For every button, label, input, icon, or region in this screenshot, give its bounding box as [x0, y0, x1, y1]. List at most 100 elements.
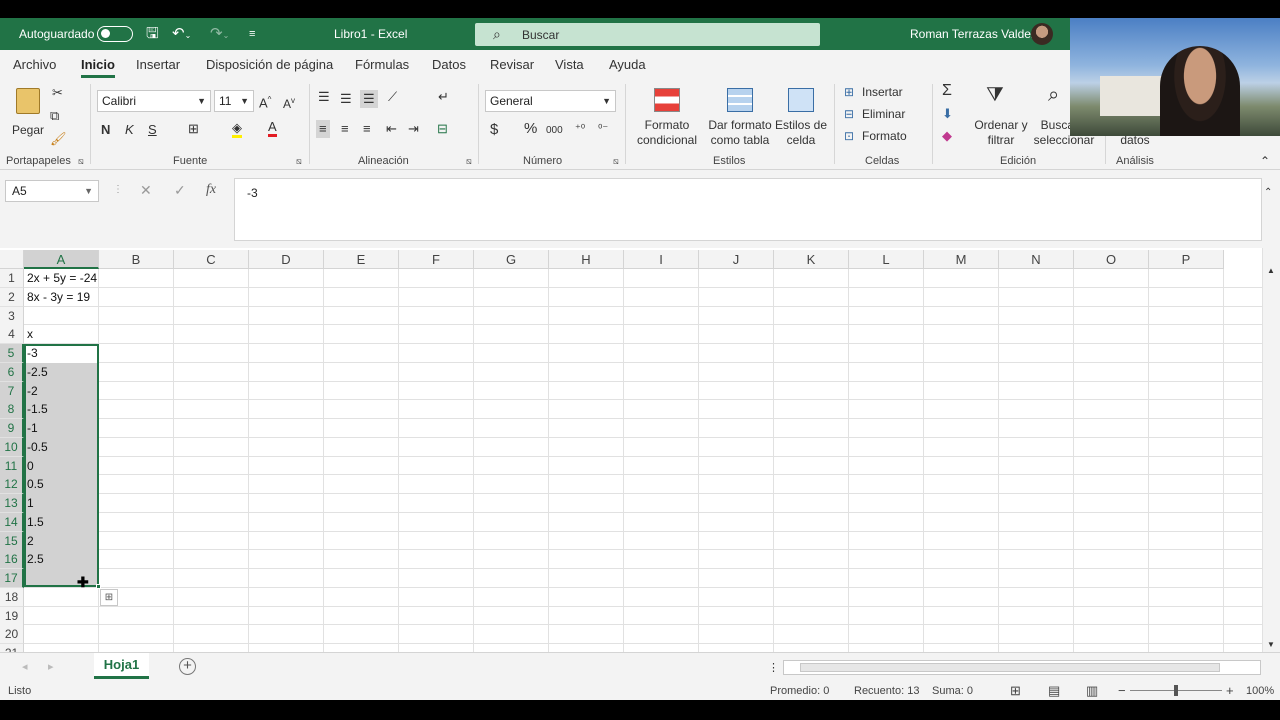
row-header-9[interactable]: 9	[0, 419, 24, 438]
avatar[interactable]	[1031, 23, 1053, 45]
cell-a8[interactable]: -1.5	[27, 400, 48, 419]
increase-indent-icon[interactable]: ⇥	[408, 120, 419, 138]
font-color-icon[interactable]: A	[268, 119, 277, 137]
dialog-launcher-icon[interactable]: ⧅	[78, 156, 84, 167]
row-header-11[interactable]: 11	[0, 456, 24, 476]
vertical-scrollbar[interactable]: ▲ ▼	[1262, 248, 1280, 652]
underline-button[interactable]: S	[148, 121, 157, 139]
cell-a12[interactable]: 0.5	[27, 475, 44, 494]
row-header-1[interactable]: 1	[0, 269, 24, 288]
zoom-level[interactable]: 100%	[1246, 685, 1274, 697]
bold-button[interactable]: N	[101, 121, 110, 139]
undo-icon[interactable]: ↶⌄	[172, 24, 191, 44]
number-format-select[interactable]: General ▼	[485, 90, 616, 112]
cell-a16[interactable]: 2.5	[27, 550, 44, 569]
column-header-p[interactable]: P	[1149, 250, 1224, 269]
borders-icon[interactable]: ⊞	[188, 120, 199, 138]
name-box[interactable]: A5 ▼	[5, 180, 99, 202]
scroll-up-icon[interactable]: ▲	[1267, 262, 1275, 280]
thousands-button[interactable]: 000	[546, 122, 563, 140]
clear-icon[interactable]: ◆	[942, 127, 952, 145]
currency-icon[interactable]: $	[490, 121, 498, 139]
column-header-l[interactable]: L	[849, 250, 924, 269]
row-header-7[interactable]: 7	[0, 381, 24, 401]
cell-a14[interactable]: 1.5	[27, 513, 44, 532]
row-header-19[interactable]: 19	[0, 606, 24, 626]
cell-styles-button[interactable]: Estilos de celda	[774, 86, 828, 154]
decrease-indent-icon[interactable]: ⇤	[386, 120, 397, 138]
italic-button[interactable]: K	[125, 121, 134, 139]
zoom-slider[interactable]	[1130, 685, 1222, 696]
sort-filter-button[interactable]: ⧩ Ordenar y filtrar	[972, 85, 1030, 154]
column-header-d[interactable]: D	[249, 250, 324, 269]
tab-ayuda[interactable]: Ayuda	[609, 57, 646, 72]
row-header-12[interactable]: 12	[0, 475, 24, 495]
cell-a7[interactable]: -2	[27, 382, 38, 401]
align-bottom-icon[interactable]: ☰	[360, 90, 378, 108]
select-all-corner[interactable]	[0, 250, 24, 269]
tab-disposicion[interactable]: Disposición de página	[206, 57, 333, 72]
row-header-10[interactable]: 10	[0, 437, 24, 457]
cancel-icon[interactable]: ✕	[140, 182, 152, 199]
row-header-6[interactable]: 6	[0, 362, 24, 382]
row-header-16[interactable]: 16	[0, 550, 24, 570]
normal-view-icon[interactable]: ⊞	[1010, 683, 1021, 699]
shrink-font-icon[interactable]: Av	[283, 92, 295, 113]
cell-a5[interactable]: -3	[27, 344, 38, 363]
column-header-g[interactable]: G	[474, 250, 549, 269]
wrap-text-icon[interactable]: ↵	[438, 88, 449, 106]
align-left-icon[interactable]: ≡	[316, 120, 330, 138]
column-header-i[interactable]: I	[624, 250, 699, 269]
tab-formulas[interactable]: Fórmulas	[355, 57, 409, 72]
cell-a13[interactable]: 1	[27, 494, 34, 513]
search-box[interactable]: ⌕ Buscar	[475, 23, 820, 46]
dialog-launcher-icon[interactable]: ⧅	[613, 156, 619, 167]
tab-insertar[interactable]: Insertar	[136, 57, 180, 72]
redo-icon[interactable]: ↷⌄	[210, 24, 229, 44]
paste-button[interactable]: Pegar	[10, 84, 44, 140]
cut-icon[interactable]: ✂	[52, 84, 63, 102]
copy-icon[interactable]: ⧉	[50, 107, 59, 125]
row-header-8[interactable]: 8	[0, 400, 24, 420]
font-size-select[interactable]: 11 ▼	[214, 90, 254, 112]
spreadsheet-grid[interactable]: A B C D E F G H I J K L M N O P 1 2x + 5y = -24 2 8x - 3y =…	[0, 248, 1262, 652]
row-header-20[interactable]: 20	[0, 625, 24, 645]
format-painter-icon[interactable]: 🖌	[50, 130, 67, 148]
column-header-o[interactable]: O	[1074, 250, 1149, 269]
merge-center-icon[interactable]: ⊟	[437, 120, 448, 138]
cell-a2[interactable]: 8x - 3y = 19	[27, 288, 90, 307]
align-top-icon[interactable]: ☰	[318, 88, 330, 106]
enter-icon[interactable]: ✓	[174, 182, 186, 199]
zoom-slider-thumb[interactable]	[1174, 685, 1178, 696]
horizontal-scrollbar[interactable]	[783, 660, 1261, 675]
save-icon[interactable]: 🖫	[146, 24, 159, 44]
column-header-f[interactable]: F	[399, 250, 474, 269]
page-layout-icon[interactable]: ▤	[1048, 683, 1060, 699]
cell-a4[interactable]: x	[27, 325, 33, 344]
grow-font-icon[interactable]: A^	[259, 91, 271, 112]
zoom-in-icon[interactable]: +	[1226, 683, 1234, 698]
add-sheet-icon[interactable]: +	[179, 658, 196, 675]
align-center-icon[interactable]: ≡	[341, 120, 349, 138]
row-header-3[interactable]: 3	[0, 306, 24, 326]
tab-revisar[interactable]: Revisar	[490, 57, 534, 72]
row-header-15[interactable]: 15	[0, 531, 24, 551]
insert-function-icon[interactable]: fx	[206, 182, 216, 198]
column-header-m[interactable]: M	[924, 250, 999, 269]
format-as-table-button[interactable]: Dar formato como tabla	[705, 86, 775, 154]
collapse-ribbon-icon[interactable]: ⌃	[1260, 152, 1270, 170]
cell-a6[interactable]: -2.5	[27, 363, 48, 382]
tab-archivo[interactable]: Archivo	[13, 57, 56, 72]
insert-cells-button[interactable]: Insertar	[862, 84, 903, 100]
cell-a10[interactable]: -0.5	[27, 438, 48, 457]
column-header-e[interactable]: E	[324, 250, 399, 269]
delete-cells-button[interactable]: Eliminar	[862, 106, 905, 122]
font-name-select[interactable]: Calibri ▼	[97, 90, 211, 112]
expand-formula-icon[interactable]: ⌃	[1264, 184, 1272, 202]
orientation-icon[interactable]: ⟋	[388, 88, 397, 106]
increase-decimal-icon[interactable]: ⁺⁰	[575, 120, 585, 138]
row-header-13[interactable]: 13	[0, 494, 24, 513]
quick-analysis-icon[interactable]: ⊞	[100, 589, 118, 606]
row-header-21[interactable]: 21	[0, 644, 24, 652]
dialog-launcher-icon[interactable]: ⧅	[466, 156, 472, 167]
